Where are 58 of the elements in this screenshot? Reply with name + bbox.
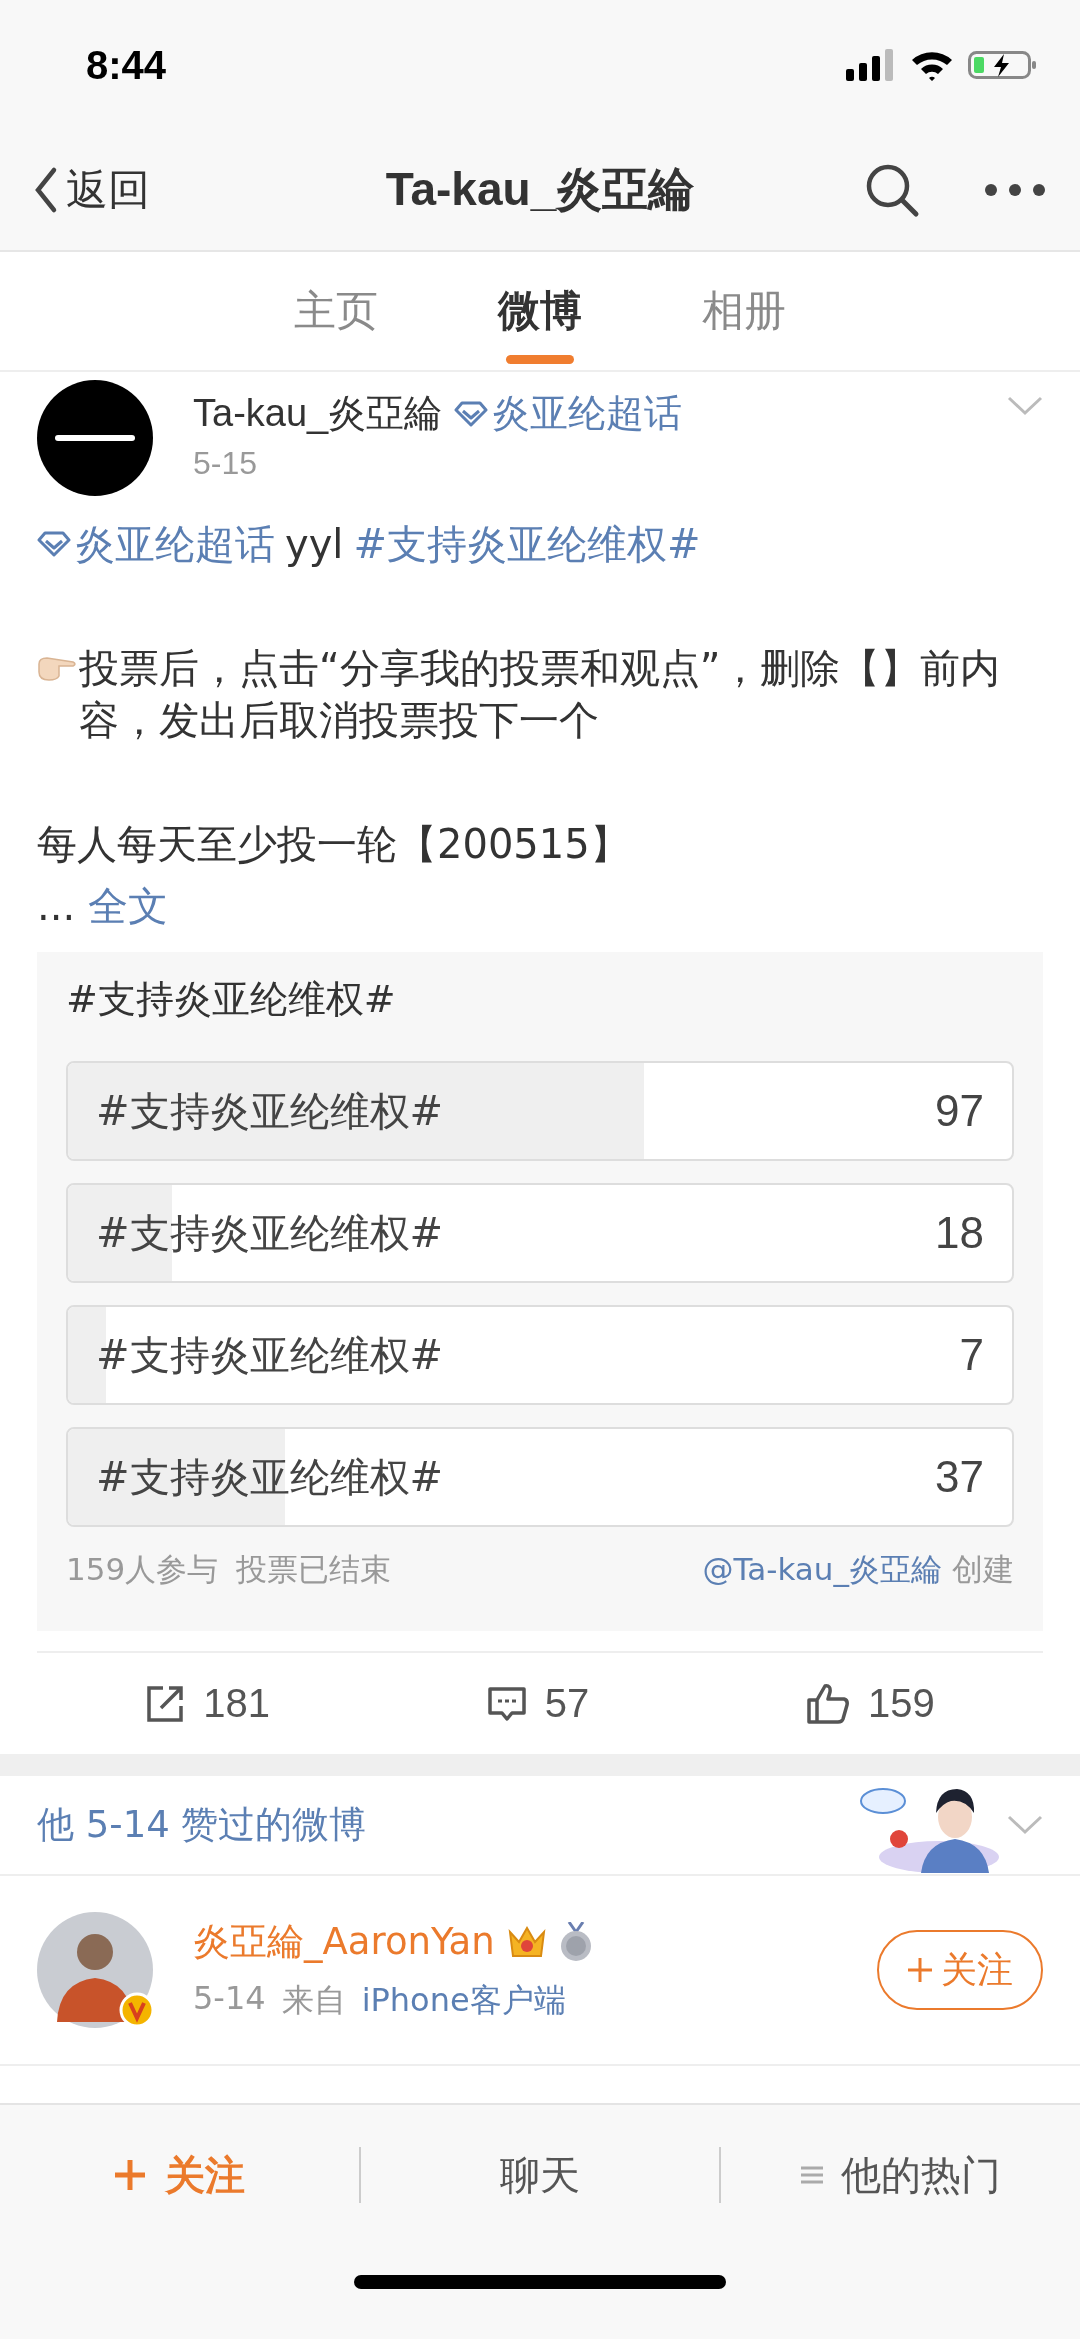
option-label: #支持炎亚纶维权# [96, 1330, 444, 1380]
hashtag-link[interactable]: #支持炎亚纶维权# [353, 518, 701, 570]
post-date: 5-14 [193, 1979, 266, 2019]
topic-link[interactable]: 炎亚纶超话 [37, 518, 275, 570]
repost-button[interactable]: 181 [145, 1681, 271, 1726]
topic-link[interactable]: 炎亚纶超话 [454, 388, 683, 439]
battery-icon [968, 49, 1038, 81]
option-count: 97 [935, 1086, 984, 1136]
plus-icon [907, 1957, 933, 1983]
back-icon [34, 166, 58, 214]
plus-icon [113, 2158, 148, 2192]
wifi-icon [910, 49, 954, 81]
diamond-icon [454, 400, 489, 427]
like-button[interactable]: 159 [805, 1681, 935, 1726]
option-count: 37 [935, 1452, 984, 1502]
chat-button[interactable]: 聊天 [360, 2147, 720, 2203]
hot-button[interactable]: 他的热门 [721, 2147, 1080, 2203]
poll-title: #支持炎亚纶维权# [66, 976, 397, 1023]
post-date: 5-15 [193, 445, 259, 482]
status-time: 8:44 [86, 42, 167, 88]
option-label: #支持炎亚纶维权# [96, 1452, 444, 1502]
author-name[interactable]: Ta-kau_炎亞綸 [193, 388, 443, 439]
back-button[interactable]: 返回 [34, 162, 150, 218]
thumbs-up-icon [805, 1681, 850, 1726]
crown-icon [506, 1924, 547, 1960]
source-label: 来自 [281, 1980, 346, 2021]
pointing-hand-icon [37, 654, 77, 682]
poll-option[interactable]: #支持炎亚纶维权# 7 [66, 1305, 1014, 1405]
page-title: Ta-kau_炎亞綸 [385, 162, 695, 217]
participant-count: 159人参与 [66, 1550, 219, 1589]
liked-posts-title[interactable]: 他 5-14 赞过的微博 [37, 1800, 367, 1850]
poll-option[interactable]: #支持炎亚纶维权# 18 [66, 1183, 1014, 1283]
profile-tab[interactable]: 微博 [488, 252, 592, 370]
diamond-icon [37, 531, 71, 557]
option-label: #支持炎亚纶维权# [96, 1086, 444, 1136]
signal-icon [846, 49, 896, 81]
option-count: 7 [959, 1330, 984, 1380]
post-text: 投票后，点击“分享我的投票和观点”，删除【】前内容，发出后取消投票投下一个 [79, 644, 1002, 745]
more-icon[interactable] [984, 183, 1046, 197]
poll-option[interactable]: #支持炎亚纶维权# 37 [66, 1427, 1014, 1527]
ellipsis: ... [37, 883, 76, 929]
option-count: 18 [935, 1208, 984, 1258]
full-text-link[interactable]: 全文 [87, 880, 168, 932]
source-link[interactable]: iPhone客户端 [361, 1979, 566, 2023]
option-label: #支持炎亚纶维权# [96, 1208, 444, 1258]
created-label: 创建 [952, 1550, 1014, 1589]
verified-badge-icon [119, 1992, 155, 2028]
avatar-icon[interactable] [37, 380, 153, 496]
search-icon[interactable] [864, 162, 920, 218]
creator-link[interactable]: @Ta-kau_炎亞綸 [702, 1549, 942, 1591]
poll-status: 投票已结束 [236, 1550, 392, 1589]
list-icon [800, 2166, 823, 2184]
post-text: yyl [285, 520, 344, 569]
share-icon [145, 1683, 186, 1724]
post-text: 每人每天至少投一轮【200515】 [37, 821, 630, 867]
medal-icon [558, 1922, 593, 1962]
poll-option[interactable]: #支持炎亚纶维权# 97 [66, 1061, 1014, 1161]
comment-button[interactable]: 57 [486, 1681, 590, 1726]
